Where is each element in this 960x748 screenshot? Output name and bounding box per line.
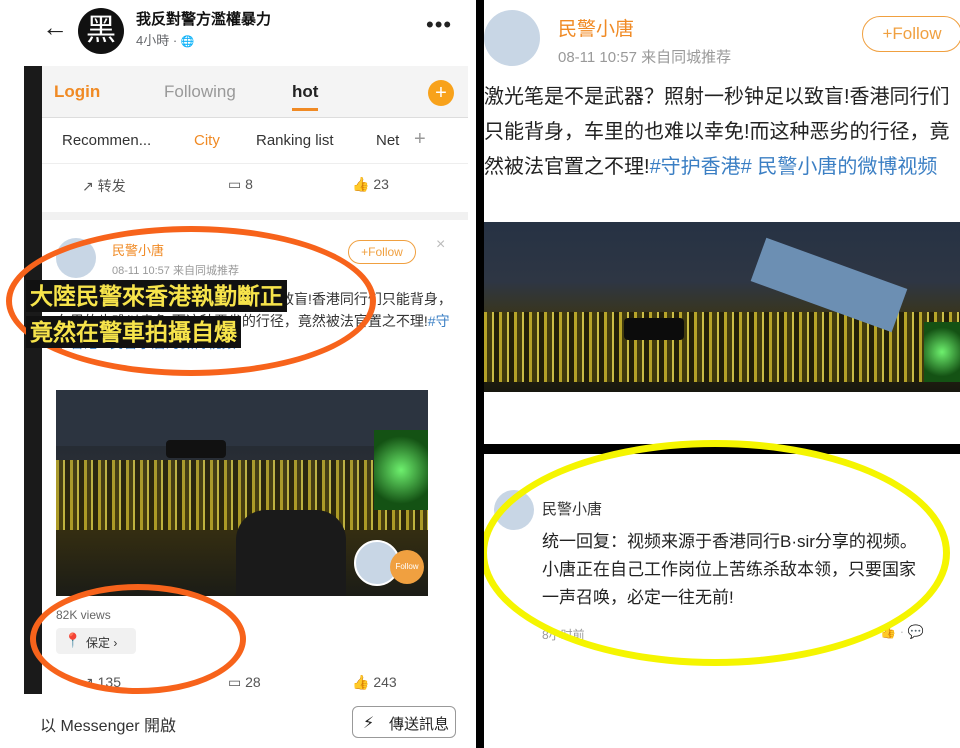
follow-button[interactable]: +Follow (348, 240, 416, 264)
post-timestamp: 4小時 · 🌐 (136, 33, 195, 48)
comment-count: 8 (245, 176, 253, 192)
post-username[interactable]: 民警小唐 (558, 14, 634, 41)
zoomed-panel: 民警小唐 08-11 10:57 来自同城推荐 +Follow 激光笔是不是武器… (484, 0, 960, 748)
like-count: 243 (373, 674, 397, 690)
weibo-top-nav: Login Following hot + (42, 66, 468, 118)
back-arrow-icon[interactable]: ← (42, 14, 68, 40)
comment-button[interactable]: ▭ 8 (228, 176, 253, 193)
follow-button[interactable]: +Follow (862, 16, 960, 52)
post-actions: ↗ 135 ▭ 28 👍 243 (42, 664, 468, 694)
comment-action-icons[interactable]: 👍 · 💬 (880, 624, 924, 640)
commenter-avatar[interactable] (494, 490, 534, 530)
facebook-post-panel: ← 黑 我反對警方濫權暴力 4小時 · 🌐 ••• Login Followin… (0, 0, 476, 748)
subtab-add-icon[interactable]: + (414, 128, 426, 151)
video-follow-badge[interactable]: Follow (390, 550, 424, 584)
caption-line-2: 竟然在警車拍攝自爆 (26, 316, 241, 348)
like-count: 23 (373, 176, 389, 192)
repost-button[interactable]: ↗ 135 (82, 674, 121, 691)
location-tag[interactable]: 📍 保定 › (56, 628, 136, 654)
page-avatar[interactable]: 黑 (78, 8, 124, 54)
panel-divider (484, 444, 960, 454)
repost-count: 135 (97, 674, 121, 690)
subtab-ranking[interactable]: Ranking list (256, 132, 334, 149)
post-meta: 08-11 10:57 来自同城推荐 (558, 49, 732, 66)
like-button[interactable]: 👍 243 (352, 674, 397, 691)
video-frame[interactable] (484, 222, 960, 392)
subtab-recommend[interactable]: Recommen... (62, 132, 151, 149)
messenger-icon: ⚡ (363, 715, 375, 732)
caption-overlay: 大陸民警來香港執勤斷正 竟然在警車拍攝自爆 (26, 280, 356, 352)
comment-count: 28 (245, 674, 261, 690)
timestamp-text: 4小時 (136, 33, 170, 48)
green-laser (924, 322, 960, 382)
tab-login[interactable]: Login (54, 82, 100, 102)
comment-text: 统一回复：视频来源于香港同行B·sir分享的视频。小唐正在自己工作岗位上苦练杀敌… (542, 532, 917, 607)
user-avatar[interactable] (56, 238, 96, 278)
page-name[interactable]: 我反對警方濫權暴力 (136, 8, 271, 29)
weibo-sub-nav: Recommen... City Ranking list Net + (42, 118, 468, 164)
comment-button[interactable]: ▭ 28 (228, 674, 261, 691)
location-label: 保定 (86, 636, 111, 650)
user-avatar[interactable] (484, 10, 540, 66)
car-seat (236, 510, 346, 596)
facebook-footer: 以 Messenger 開啟 ⚡ 傳送訊息 (0, 696, 476, 748)
globe-icon: 🌐 (180, 36, 195, 48)
open-in-messenger[interactable]: 以 Messenger 開啟 (40, 712, 176, 736)
post-meta: 08-11 10:57 来自同城推荐 (112, 265, 239, 277)
rear-mirror (624, 318, 684, 340)
video-thumbnail[interactable]: Follow (56, 390, 428, 596)
hashtag-link[interactable]: #守护香港# (650, 156, 752, 178)
rear-mirror (166, 440, 226, 458)
subtab-city[interactable]: City (194, 132, 220, 149)
repost-label: 转发 (97, 178, 126, 194)
video-link[interactable]: 民警小唐的微博视频 (757, 156, 937, 178)
weibo-feed: Login Following hot + Recommen... City R… (42, 66, 468, 694)
tab-following[interactable]: Following (164, 82, 236, 102)
commenter-name[interactable]: 民警小唐 (542, 498, 602, 519)
compose-plus-button[interactable]: + (428, 80, 454, 106)
facebook-post-header: ← 黑 我反對警方濫權暴力 4小時 · 🌐 ••• (0, 0, 476, 60)
post-username[interactable]: 民警小唐 (112, 240, 164, 259)
panel-separator (476, 0, 484, 748)
screenshot-composite: ← 黑 我反對警方濫權暴力 4小時 · 🌐 ••• Login Followin… (0, 0, 960, 748)
like-button[interactable]: 👍 23 (352, 176, 389, 193)
previous-post-actions: ↗ 转发 ▭ 8 👍 23 (42, 166, 468, 204)
green-laser (374, 430, 428, 510)
view-count: 82K views (56, 608, 111, 622)
repost-button[interactable]: ↗ 转发 (82, 176, 126, 196)
tab-hot[interactable]: hot (292, 82, 319, 111)
post-text: 激光笔是不是武器？照射一秒钟足以致盲!香港同行们只能背身，车里的也难以幸免!而这… (484, 80, 960, 185)
send-message-button[interactable]: ⚡ 傳送訊息 (352, 706, 456, 738)
caption-line-1: 大陸民警來香港執勤斷正 (26, 280, 287, 312)
location-pin-icon: 📍 (64, 632, 82, 648)
laser-lights (56, 460, 428, 530)
embedded-weibo-screenshot: Login Following hot + Recommen... City R… (24, 66, 468, 694)
subtab-net[interactable]: Net (376, 132, 399, 149)
comment-time: 8小时前 (542, 628, 585, 642)
close-icon[interactable]: × (436, 236, 445, 254)
send-label: 傳送訊息 (389, 716, 450, 733)
car-roof (56, 390, 428, 446)
zoomed-weibo-post: 民警小唐 08-11 10:57 来自同城推荐 +Follow 激光笔是不是武器… (484, 0, 960, 444)
more-options-icon[interactable]: ••• (426, 12, 452, 38)
reply-comment: 民警小唐 统一回复：视频来源于香港同行B·sir分享的视频。小唐正在自己工作岗位… (484, 454, 960, 748)
